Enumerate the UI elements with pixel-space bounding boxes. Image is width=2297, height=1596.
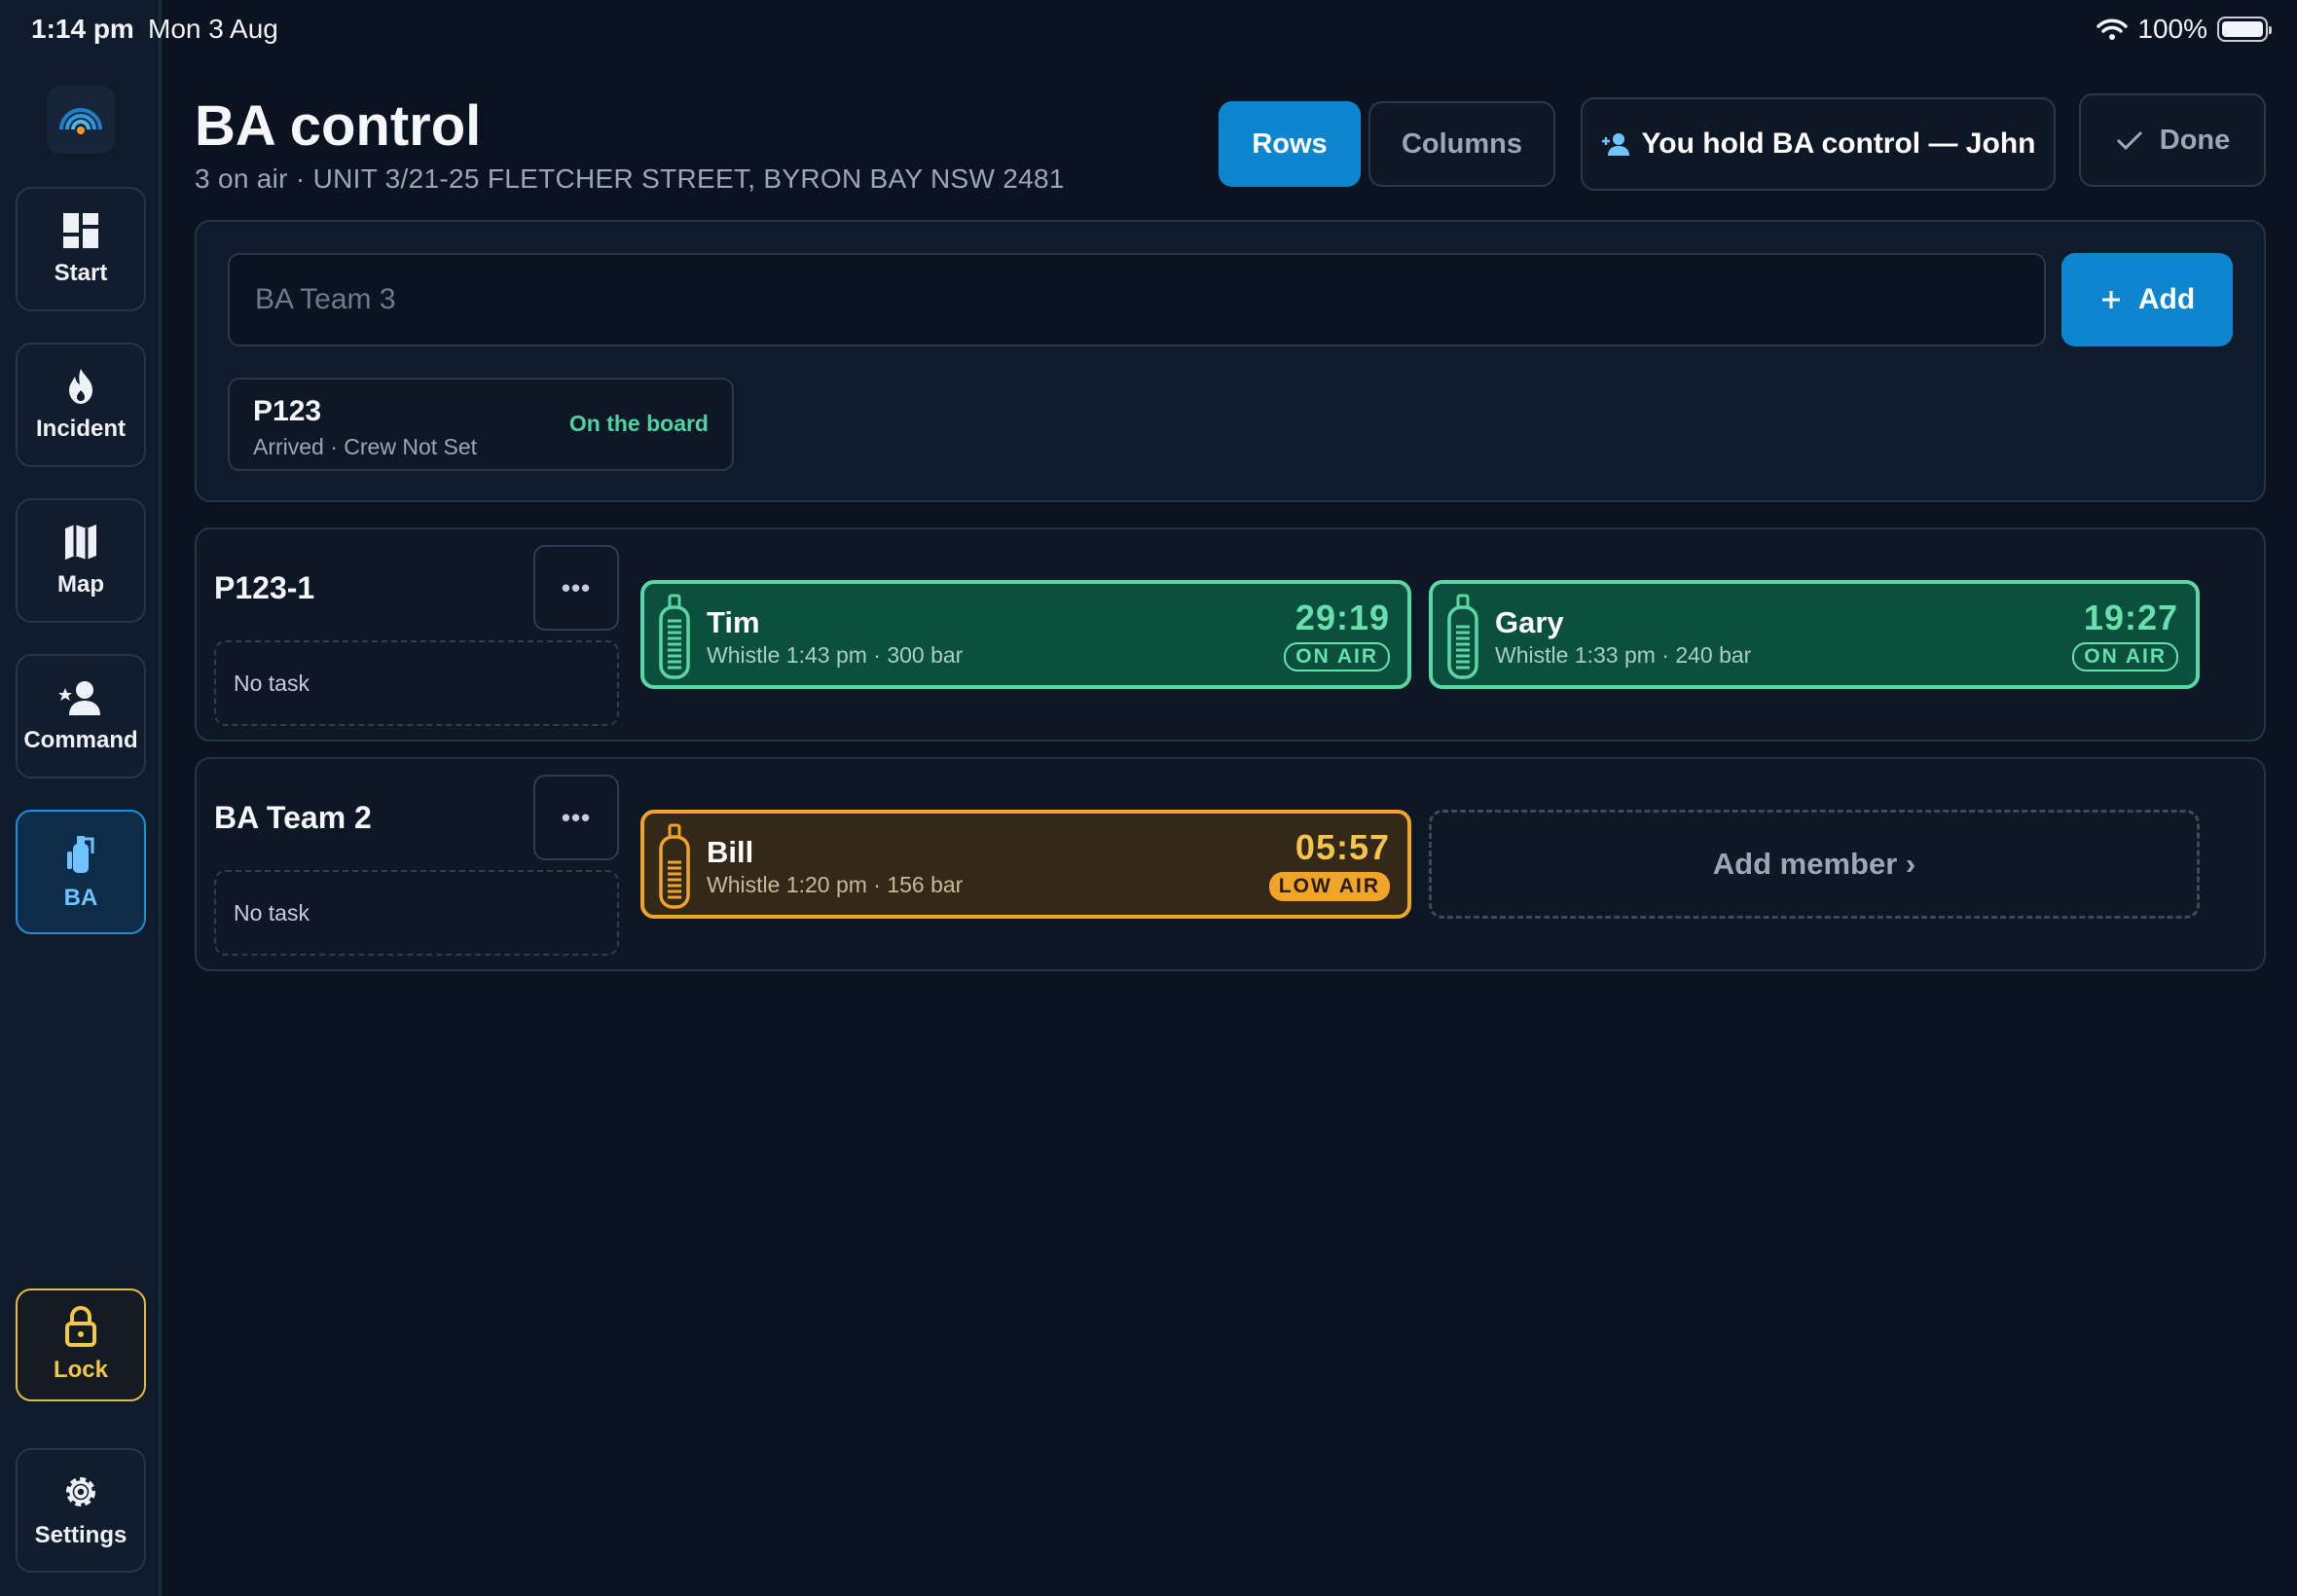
lock-button[interactable]: Lock [16, 1288, 146, 1401]
status-badge: ON AIR [1284, 642, 1390, 671]
member-name: Tim [707, 605, 760, 639]
appliance-state: On the board [568, 411, 709, 436]
done-button[interactable]: Done [2079, 93, 2266, 187]
member-timer: 29:19 [1294, 598, 1390, 637]
more-icon: ••• [561, 572, 592, 602]
ba-control-screen: Start Incident Map Command BA Lock Setti… [0, 0, 2297, 1596]
team-name: P123-1 [214, 570, 315, 605]
add-team-label: Add [2137, 283, 2196, 315]
lock-label: Lock [53, 1357, 108, 1383]
page-title: BA control [195, 94, 482, 158]
sidebar-item-map[interactable]: Map [16, 498, 146, 623]
member-card[interactable]: Tim Whistle 1:43 pm · 300 bar 29:19 ON A… [640, 580, 1411, 689]
sidebar: Start Incident Map Command BA Lock Setti… [0, 0, 162, 1596]
incident-summary: 3 on air · UNIT 3/21-25 FLETCHER STREET,… [195, 163, 1065, 194]
ba-control-holder-label: You hold BA control — John [1641, 127, 2036, 160]
add-member-button[interactable]: Add member › [1429, 810, 2200, 919]
settings-button[interactable]: Settings [16, 1448, 146, 1573]
status-bar: 1:14 pm Mon 3 Aug 100% [0, 0, 2297, 62]
team-row: BA Team 2 ••• No task Bill Whistle 1:20 … [195, 757, 2266, 971]
sidebar-item-label: Command [23, 727, 138, 753]
plus-icon [2101, 291, 2120, 308]
battery-percent: 100% [2137, 14, 2207, 44]
flame-icon [69, 369, 92, 404]
dashboard-icon [63, 213, 98, 248]
gear-icon [66, 1477, 95, 1506]
member-whistle: Whistle 1:20 pm · 156 bar [707, 872, 964, 897]
more-icon: ••• [561, 802, 592, 832]
member-name: Gary [1495, 605, 1564, 639]
person-add-icon [1601, 133, 1629, 156]
ba-control-holder-button[interactable]: You hold BA control — John [1581, 97, 2056, 191]
status-badge: ON AIR [2072, 642, 2178, 671]
team-row: P123-1 ••• No task Tim Whistle 1:43 pm ·… [195, 527, 2266, 742]
done-label: Done [2159, 124, 2231, 156]
status-indicators: 100% [2096, 14, 2272, 45]
member-name: Bill [707, 835, 754, 869]
appliance-chip[interactable]: P123 Arrived · Crew Not Set On the board [228, 378, 734, 471]
check-icon [2116, 130, 2142, 151]
sidebar-item-incident[interactable]: Incident [16, 343, 146, 467]
status-time: 1:14 pm [31, 14, 134, 44]
app-logo-icon [59, 108, 102, 134]
member-timer: 19:27 [2083, 598, 2178, 637]
team-more-button[interactable]: ••• [533, 545, 619, 631]
wifi-icon [2096, 18, 2129, 40]
sidebar-item-label: Incident [35, 416, 126, 442]
add-team-button[interactable]: Add [2061, 253, 2233, 346]
team-name-input[interactable] [228, 253, 2046, 346]
ba-cylinder-icon [1447, 594, 1478, 679]
commander-icon [58, 681, 100, 715]
team-more-button[interactable]: ••• [533, 775, 619, 860]
team-name: BA Team 2 [214, 800, 372, 835]
team-task[interactable]: No task [214, 870, 619, 956]
appliance-meta: Arrived · Crew Not Set [253, 434, 478, 459]
view-columns-button[interactable]: Columns [1368, 101, 1555, 187]
map-icon [65, 525, 96, 560]
member-whistle: Whistle 1:43 pm · 300 bar [707, 642, 964, 668]
status-badge: LOW AIR [1268, 872, 1390, 901]
sidebar-item-ba[interactable]: BA [16, 810, 146, 934]
member-card[interactable]: Gary Whistle 1:33 pm · 240 bar 19:27 ON … [1429, 580, 2200, 689]
member-timer: 05:57 [1294, 827, 1390, 867]
lock-icon [65, 1306, 96, 1347]
add-team-panel: Add P123 Arrived · Crew Not Set On the b… [195, 220, 2266, 502]
member-card[interactable]: Bill Whistle 1:20 pm · 156 bar 05:57 LOW… [640, 810, 1411, 919]
app-logo [47, 86, 115, 154]
sidebar-item-label: Map [57, 571, 104, 598]
member-whistle: Whistle 1:33 pm · 240 bar [1495, 642, 1752, 668]
sidebar-item-label: Start [54, 260, 108, 286]
view-rows-button[interactable]: Rows [1219, 101, 1361, 187]
battery-fill [2222, 21, 2263, 37]
battery-icon [2217, 17, 2272, 42]
settings-label: Settings [34, 1522, 128, 1548]
sidebar-item-label: BA [63, 885, 98, 911]
team-task[interactable]: No task [214, 640, 619, 726]
sidebar-item-start[interactable]: Start [16, 187, 146, 311]
appliance-code: P123 [253, 395, 322, 427]
status-date: Mon 3 Aug [148, 14, 278, 44]
ba-cylinder-icon [659, 594, 690, 679]
sidebar-item-command[interactable]: Command [16, 654, 146, 779]
ba-cylinder-icon [659, 823, 690, 909]
ba-cylinder-icon [67, 836, 94, 873]
